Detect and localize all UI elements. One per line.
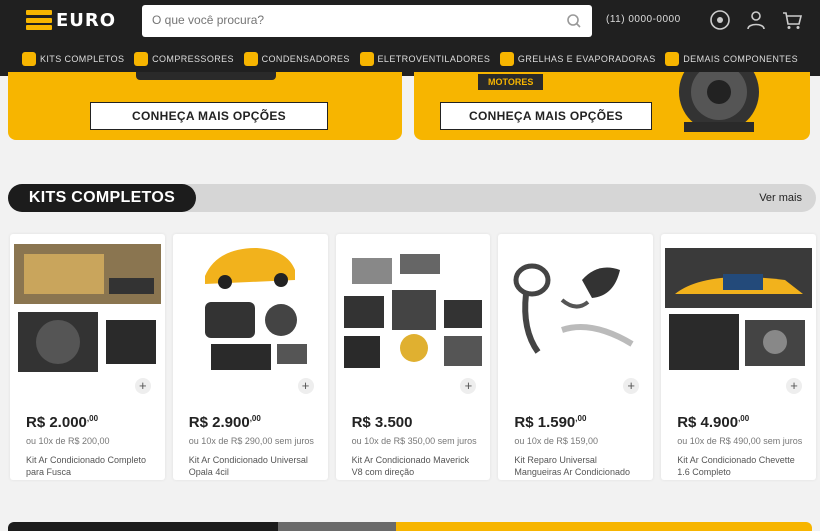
product-card[interactable]: + R$ 4.900,00 ou 10x de R$ 490,00 sem ju… xyxy=(661,234,816,480)
product-price: R$ 4.900,00 xyxy=(677,414,750,431)
product-title[interactable]: Kit Ar Condicionado Maverick V8 com dire… xyxy=(352,454,477,478)
next-banner-strip xyxy=(8,522,812,531)
product-installments: ou 10x de R$ 290,00 sem juros xyxy=(188,436,314,446)
product-title[interactable]: Kit Ar Condicionado Chevette 1.6 Complet… xyxy=(677,454,802,478)
product-image xyxy=(343,254,482,368)
product-card[interactable]: + R$ 2.900,00 ou 10x de R$ 290,00 sem ju… xyxy=(172,234,328,480)
phone-number[interactable]: (11) 0000-0000 xyxy=(606,14,681,25)
site-header: EURO (11) 0000-0000 KITS COMPLETOS COMPR… xyxy=(0,0,820,76)
product-card[interactable]: + R$ 2.000,00 ou 10x de R$ 200,00 Kit Ar… xyxy=(10,234,165,480)
nav-item-condensadores[interactable]: CONDENSADORES xyxy=(243,52,350,66)
nav-item-label: GRELHAS E EVAPORADORAS xyxy=(517,54,656,64)
product-installments: ou 10x de R$ 200,00 xyxy=(26,436,110,446)
add-to-cart-button[interactable]: + xyxy=(297,378,314,394)
nav-item-kits[interactable]: KITS COMPLETOS xyxy=(22,52,124,66)
parts-icon xyxy=(665,52,680,66)
add-to-cart-button[interactable]: + xyxy=(460,378,477,394)
search-box[interactable] xyxy=(142,5,592,37)
kit-icon xyxy=(22,52,36,66)
promo-banner-left[interactable]: CONHEÇA MAIS OPÇÕES xyxy=(8,72,402,140)
logo-icon xyxy=(26,10,52,30)
see-more-link[interactable]: Ver mais xyxy=(759,192,802,204)
help-icon[interactable] xyxy=(708,8,732,32)
nav-item-eletroventiladores[interactable]: ELETROVENTILADORES xyxy=(359,52,491,66)
logo[interactable]: EURO xyxy=(26,9,116,31)
product-card[interactable]: + R$ 1.590,00 ou 10x de R$ 159,00 Kit Re… xyxy=(498,234,654,480)
product-image xyxy=(14,244,161,372)
condenser-icon xyxy=(243,52,258,66)
nav-item-label: ELETROVENTILADORES xyxy=(377,54,491,64)
compressor-icon xyxy=(134,52,149,66)
compressor-image xyxy=(679,72,759,132)
product-list: + R$ 2.000,00 ou 10x de R$ 200,00 Kit Ar… xyxy=(10,234,816,480)
fan-icon xyxy=(359,52,374,66)
section-title: KITS COMPLETOS xyxy=(8,184,196,212)
grille-icon xyxy=(499,52,514,66)
product-title[interactable]: Kit Ar Condicionado Completo para Fusca xyxy=(26,454,151,478)
promo-banner-right[interactable]: MOTORES CONHEÇA MAIS OPÇÕES xyxy=(414,72,810,140)
product-installments: ou 10x de R$ 159,00 xyxy=(514,436,598,446)
product-price: R$ 3.500 xyxy=(351,414,413,431)
nav-item-label: CONDENSADORES xyxy=(261,54,350,64)
nav-item-label: KITS COMPLETOS xyxy=(40,54,125,64)
add-to-cart-button[interactable]: + xyxy=(785,378,802,394)
product-price: R$ 2.900,00 xyxy=(188,414,261,431)
category-nav: KITS COMPLETOS COMPRESSORES CONDENSADORE… xyxy=(0,46,820,72)
product-image xyxy=(513,263,634,354)
nav-item-label: COMPRESSORES xyxy=(152,54,234,64)
banner-cta-button[interactable]: CONHEÇA MAIS OPÇÕES xyxy=(90,102,328,130)
add-to-cart-button[interactable]: + xyxy=(623,378,640,394)
banner-decoration xyxy=(136,72,276,80)
product-image xyxy=(204,248,307,370)
product-price: R$ 1.590,00 xyxy=(514,414,587,431)
cart-icon[interactable] xyxy=(780,8,804,32)
product-card[interactable]: + R$ 3.500 ou 10x de R$ 350,00 sem juros… xyxy=(335,234,491,480)
nav-item-demais[interactable]: DEMAIS COMPONENTES xyxy=(665,52,798,66)
nav-item-grelhas[interactable]: GRELHAS E EVAPORADORAS xyxy=(499,52,656,66)
product-title[interactable]: Kit Ar Condicionado Universal Opala 4cil xyxy=(189,454,314,478)
product-installments: ou 10x de R$ 490,00 sem juros xyxy=(677,436,803,446)
search-icon[interactable] xyxy=(566,13,582,29)
add-to-cart-button[interactable]: + xyxy=(134,378,151,394)
product-price: R$ 2.000,00 xyxy=(26,414,99,431)
logo-text: EURO xyxy=(56,9,117,31)
product-image xyxy=(665,248,813,370)
search-input[interactable] xyxy=(152,13,552,27)
banner-tag: MOTORES xyxy=(478,74,544,90)
banner-cta-button[interactable]: CONHEÇA MAIS OPÇÕES xyxy=(440,102,652,130)
nav-item-compressores[interactable]: COMPRESSORES xyxy=(134,52,234,66)
nav-item-label: DEMAIS COMPONENTES xyxy=(683,54,798,64)
section-header: KITS COMPLETOS Ver mais xyxy=(8,184,816,212)
product-installments: ou 10x de R$ 350,00 sem juros xyxy=(351,436,477,446)
product-title[interactable]: Kit Reparo Universal Mangueiras Ar Condi… xyxy=(514,454,639,478)
user-icon[interactable] xyxy=(744,8,768,32)
